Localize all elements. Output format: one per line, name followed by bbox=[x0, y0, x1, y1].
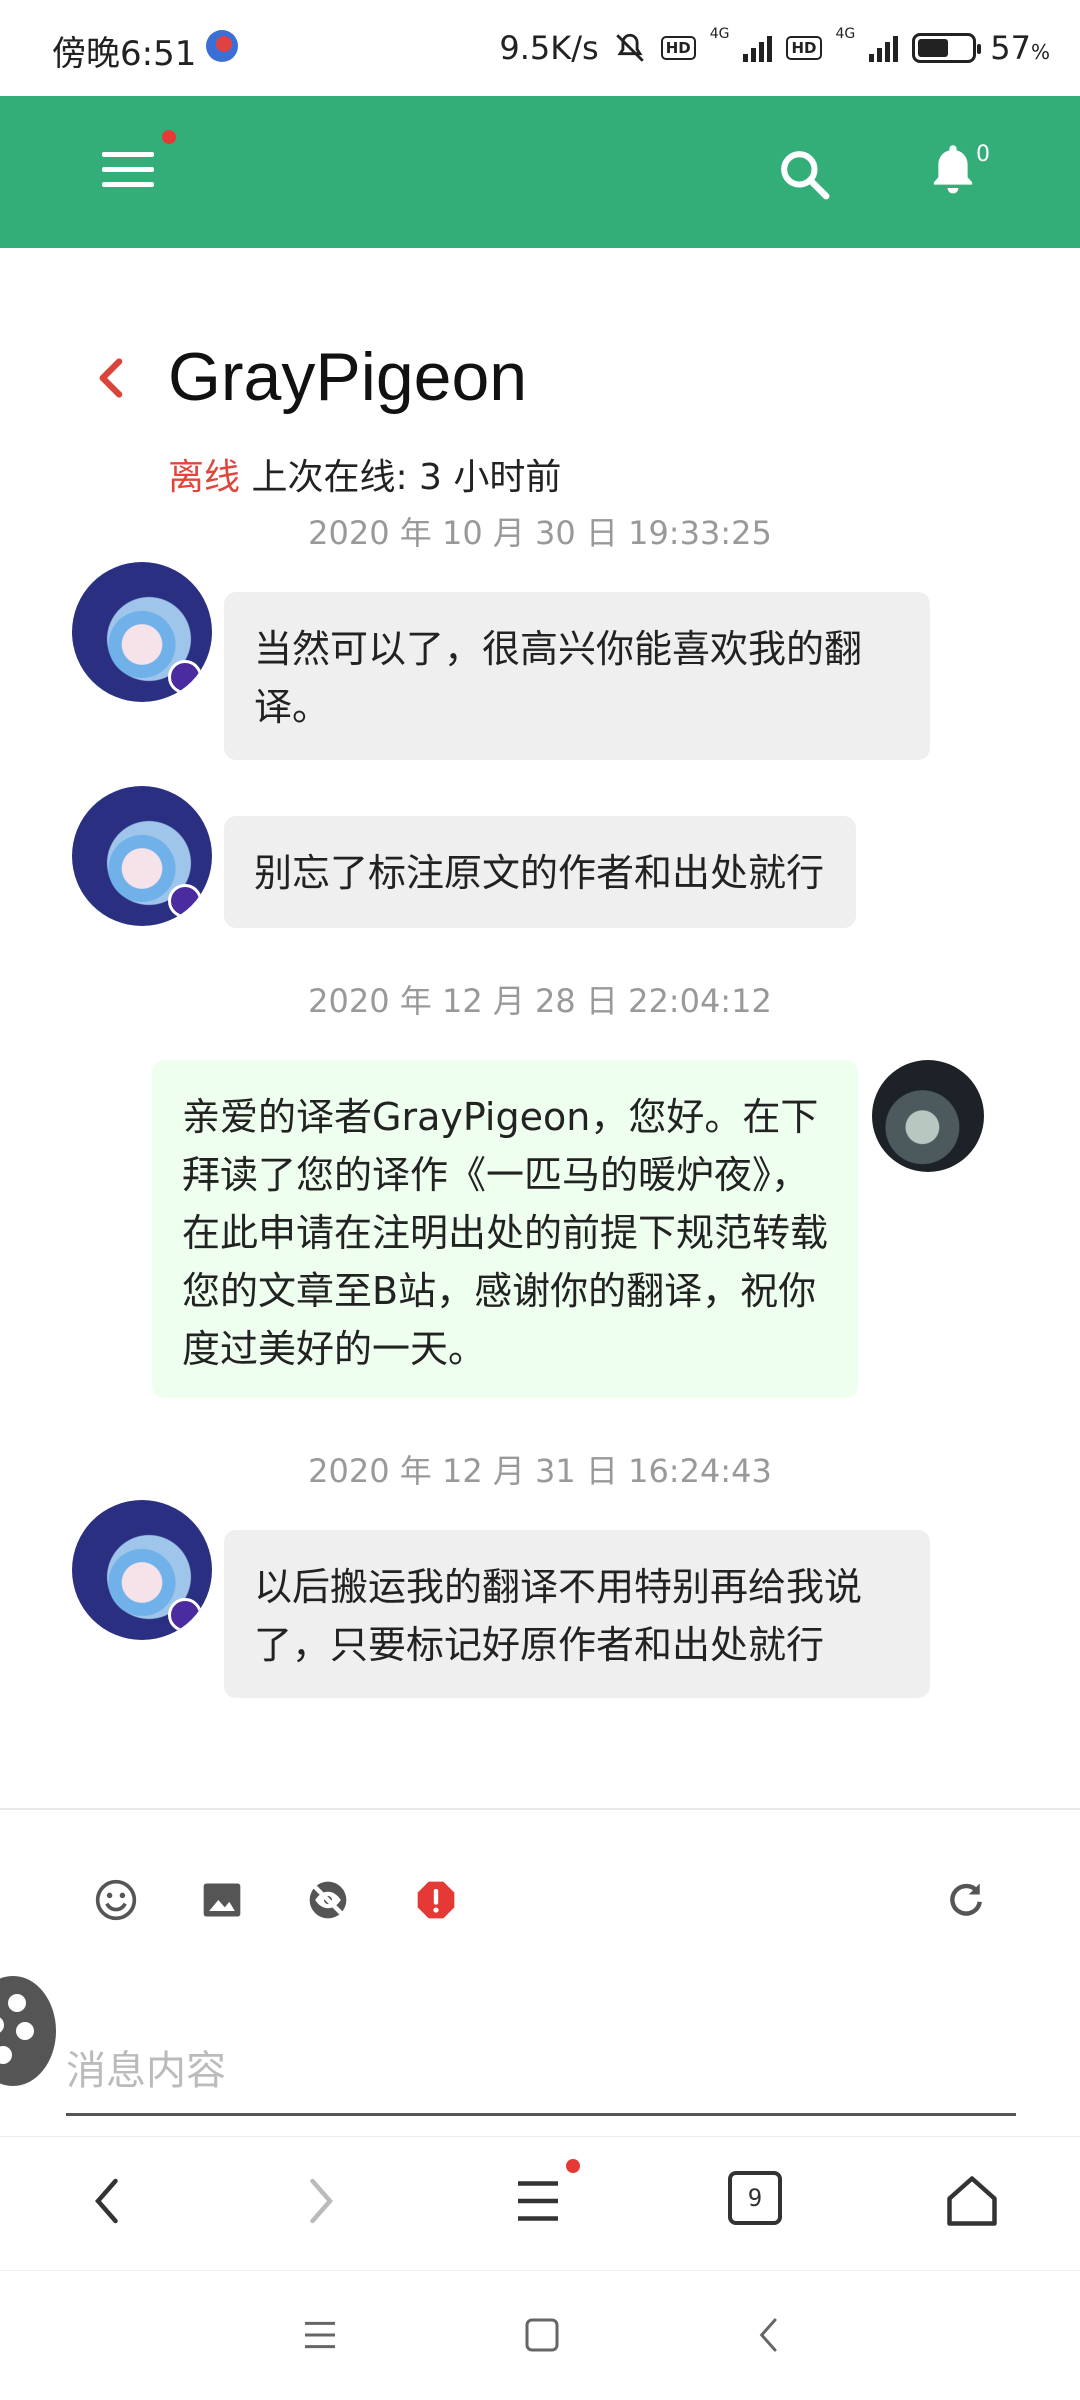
search-icon[interactable] bbox=[776, 146, 832, 202]
bell-icon[interactable] bbox=[926, 140, 980, 200]
message-input[interactable] bbox=[66, 2028, 1016, 2116]
signal-icon-1 bbox=[743, 34, 773, 62]
message-bubble: 别忘了标注原文的作者和出处就行 bbox=[224, 816, 856, 928]
image-icon[interactable] bbox=[200, 1878, 244, 1922]
notification-count: 0 bbox=[976, 142, 990, 167]
notification-dot bbox=[566, 2159, 580, 2173]
hd-badge-2: HD bbox=[786, 36, 822, 60]
network-type-2: 4G bbox=[835, 26, 856, 42]
hide-icon[interactable] bbox=[306, 1878, 350, 1922]
last-seen-text: 上次在线: 3 小时前 bbox=[251, 457, 562, 498]
status-time: 傍晚6:51 bbox=[52, 34, 197, 74]
conversation-title: GrayPigeon bbox=[168, 339, 528, 415]
system-nav-bar bbox=[0, 2270, 1080, 2400]
battery-level: 57% bbox=[990, 29, 1050, 67]
back-arrow-icon[interactable] bbox=[92, 356, 128, 400]
alert-icon[interactable] bbox=[414, 1878, 458, 1922]
avatar[interactable] bbox=[872, 1060, 984, 1172]
avatar[interactable] bbox=[72, 786, 212, 926]
mute-icon bbox=[615, 33, 644, 62]
composer-divider bbox=[0, 1808, 1080, 1810]
message-bubble: 以后搬运我的翻译不用特别再给我说了，只要标记好原作者和出处就行 bbox=[224, 1530, 930, 1698]
notification-dot bbox=[162, 130, 176, 144]
home-icon[interactable] bbox=[522, 2315, 562, 2355]
recents-icon[interactable] bbox=[300, 2315, 340, 2355]
refresh-icon[interactable] bbox=[944, 1878, 988, 1922]
offline-label: 离线 bbox=[168, 457, 241, 498]
forward-icon[interactable] bbox=[290, 2171, 350, 2231]
app-notification-icon bbox=[206, 30, 238, 62]
hamburger-menu-icon[interactable] bbox=[102, 152, 154, 192]
message-timestamp: 2020 年 10 月 30 日 19:33:25 bbox=[308, 514, 772, 552]
message-bubble: 亲爱的译者GrayPigeon，您好。在下拜读了您的译作《一匹马的暖炉夜》，在此… bbox=[152, 1060, 858, 1398]
avatar[interactable] bbox=[72, 562, 212, 702]
home-icon[interactable] bbox=[942, 2171, 1002, 2231]
signal-icon-2 bbox=[869, 34, 899, 62]
presence-status: 离线 上次在线: 3 小时前 bbox=[168, 448, 561, 500]
hd-badge-1: HD bbox=[660, 36, 696, 60]
back-icon[interactable] bbox=[78, 2171, 138, 2231]
message-bubble: 当然可以了，很高兴你能喜欢我的翻译。 bbox=[224, 592, 930, 760]
network-speed: 9.5K/s bbox=[499, 29, 599, 67]
browser-toolbar: 9 bbox=[0, 2136, 1080, 2270]
message-timestamp: 2020 年 12 月 28 日 22:04:12 bbox=[308, 982, 772, 1020]
app-header: 0 bbox=[0, 96, 1080, 248]
back-icon[interactable] bbox=[750, 2315, 790, 2355]
tabs-icon[interactable]: 9 bbox=[728, 2171, 782, 2225]
status-bar: 傍晚6:51 9.5K/s HD 4G HD 4G 57% bbox=[0, 0, 1080, 96]
emoji-icon[interactable] bbox=[94, 1878, 138, 1922]
message-timestamp: 2020 年 12 月 31 日 16:24:43 bbox=[308, 1452, 772, 1490]
status-indicators: 9.5K/s HD 4G HD 4G 57% bbox=[499, 26, 1050, 70]
menu-icon[interactable] bbox=[508, 2171, 568, 2231]
avatar[interactable] bbox=[72, 1500, 212, 1640]
network-type-1: 4G bbox=[709, 26, 730, 42]
battery-icon bbox=[912, 33, 982, 63]
palette-fab-icon[interactable] bbox=[0, 1976, 56, 2086]
